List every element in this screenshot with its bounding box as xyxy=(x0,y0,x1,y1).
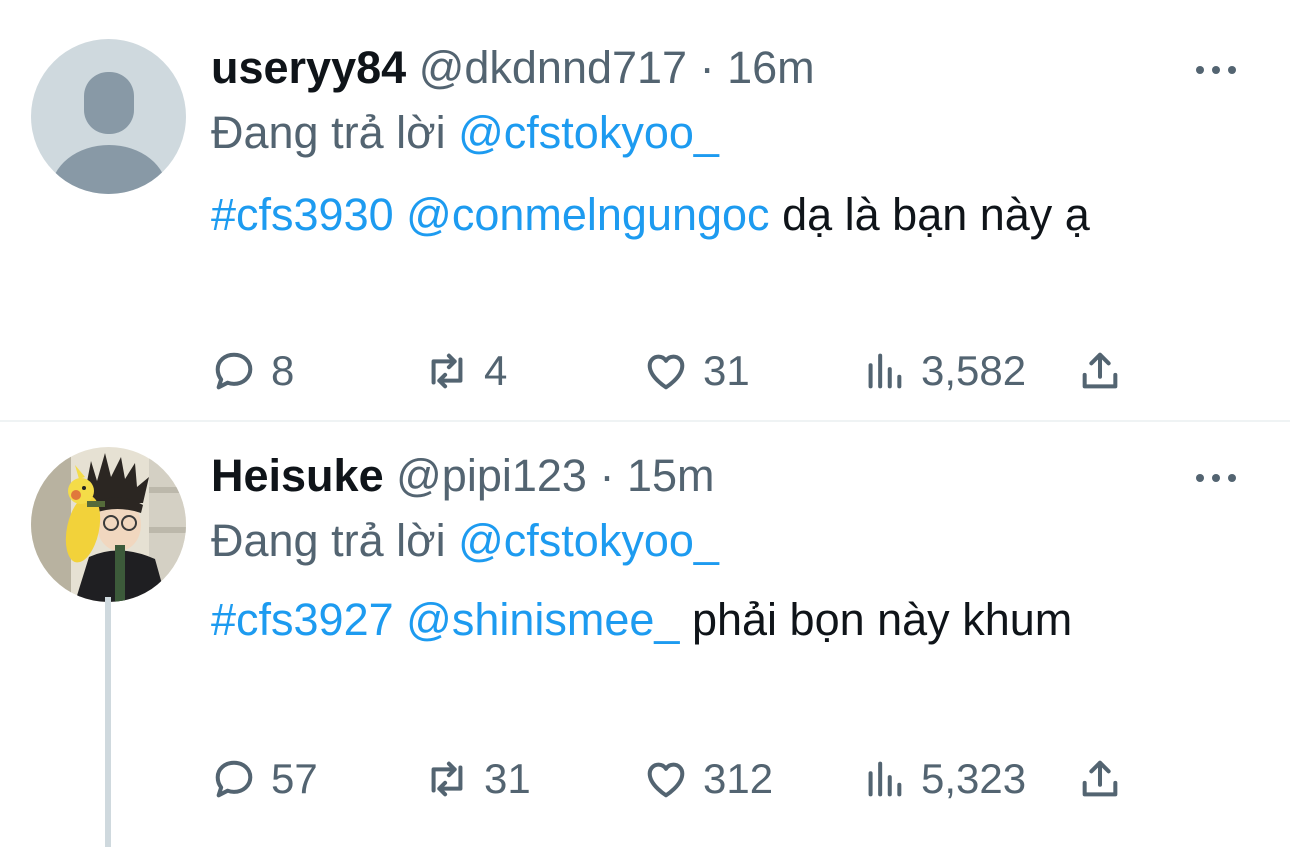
display-name[interactable]: useryy84 xyxy=(211,42,406,93)
share-button[interactable] xyxy=(1077,749,1123,809)
more-icon[interactable] xyxy=(1196,468,1236,488)
timestamp[interactable]: 15m xyxy=(627,450,715,501)
views-button[interactable]: 5,323 xyxy=(861,749,1026,809)
views-count: 3,582 xyxy=(921,347,1027,394)
reply-count: 8 xyxy=(271,347,295,394)
tweet-body-text: dạ là bạn này ạ xyxy=(782,189,1090,240)
timestamp[interactable]: 16m xyxy=(727,42,815,93)
handle[interactable]: @pipi123 xyxy=(396,450,587,501)
retweet-button[interactable]: 4 xyxy=(424,341,507,401)
reply-context: Đang trả lời @cfstokyoo_ xyxy=(211,105,719,161)
like-count: 31 xyxy=(703,347,750,394)
tweet-text: #cfs3927 @shinismee_ phải bọn này khum xyxy=(211,586,1171,653)
retweet-count: 31 xyxy=(484,755,531,802)
like-count: 312 xyxy=(703,755,774,802)
views-icon xyxy=(868,353,902,389)
views-icon xyxy=(868,761,902,797)
separator: · xyxy=(699,42,715,93)
reply-button[interactable]: 8 xyxy=(211,341,294,401)
separator: · xyxy=(599,450,615,501)
tweet[interactable]: useryy84 @dkdnnd717 · 16m Đang trả lời @… xyxy=(0,0,1290,422)
retweet-icon xyxy=(431,353,463,389)
retweet-button[interactable]: 31 xyxy=(424,749,531,809)
anime-character-avatar-icon xyxy=(31,447,186,602)
more-icon[interactable] xyxy=(1196,60,1236,80)
action-bar: 57 31 312 5,323 xyxy=(211,749,1141,809)
retweet-count: 4 xyxy=(484,347,508,394)
share-icon xyxy=(1082,760,1118,797)
mention-link[interactable]: @shinismee_ xyxy=(406,594,679,645)
like-button[interactable]: 31 xyxy=(643,341,750,401)
tweet-text: #cfs3930 @conmelngungoc dạ là bạn này ạ xyxy=(211,181,1251,248)
action-bar: 8 4 31 3,582 xyxy=(211,341,1141,401)
thread-line xyxy=(105,597,111,847)
tweet-header: useryy84 @dkdnnd717 · 16m xyxy=(211,38,815,98)
reply-to-link[interactable]: @cfstokyoo_ xyxy=(458,515,719,566)
tweet-body-text: phải bọn này khum xyxy=(691,594,1073,645)
mention-link[interactable]: @conmelngungoc xyxy=(406,189,769,240)
default-avatar-icon xyxy=(31,39,186,194)
share-icon xyxy=(1082,352,1118,389)
handle[interactable]: @dkdnnd717 xyxy=(419,42,687,93)
like-icon xyxy=(647,354,685,390)
like-icon xyxy=(647,762,685,798)
tweet-header: Heisuke @pipi123 · 15m xyxy=(211,446,715,506)
reply-prefix: Đang trả lời xyxy=(211,515,446,566)
display-name[interactable]: Heisuke xyxy=(211,450,384,501)
like-button[interactable]: 312 xyxy=(643,749,773,809)
reply-count: 57 xyxy=(271,755,318,802)
share-button[interactable] xyxy=(1077,341,1123,401)
hashtag-link[interactable]: #cfs3930 xyxy=(211,189,394,240)
reply-button[interactable]: 57 xyxy=(211,749,318,809)
views-button[interactable]: 3,582 xyxy=(861,341,1026,401)
avatar[interactable] xyxy=(31,447,186,602)
tweet[interactable]: Heisuke @pipi123 · 15m Đang trả lời @cfs… xyxy=(0,422,1290,847)
reply-prefix: Đang trả lời xyxy=(211,107,446,158)
hashtag-link[interactable]: #cfs3927 xyxy=(211,594,394,645)
retweet-icon xyxy=(431,761,463,797)
avatar[interactable] xyxy=(31,39,186,194)
reply-to-link[interactable]: @cfstokyoo_ xyxy=(458,107,719,158)
reply-icon xyxy=(215,352,253,390)
reply-icon xyxy=(215,760,253,798)
views-count: 5,323 xyxy=(921,755,1027,802)
reply-context: Đang trả lời @cfstokyoo_ xyxy=(211,513,719,569)
